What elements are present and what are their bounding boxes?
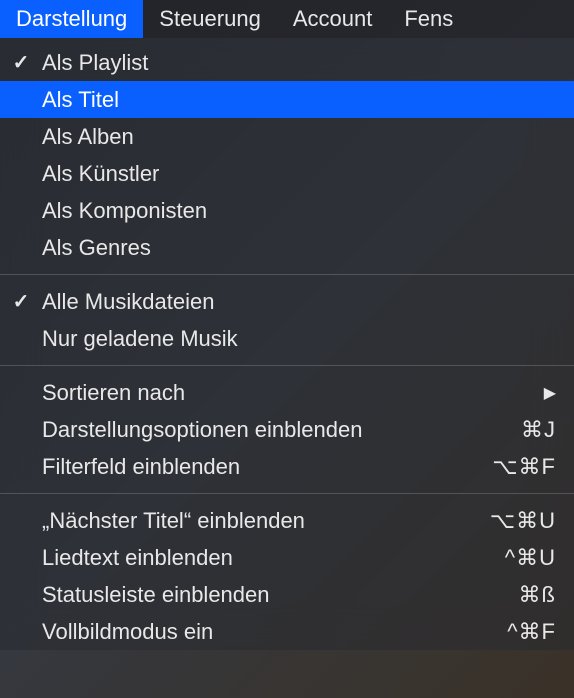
menu-item-statusleiste[interactable]: Statusleiste einblenden ⌘ß <box>0 576 574 613</box>
menubar-label: Fens <box>404 6 453 32</box>
menubar: Darstellung Steuerung Account Fens <box>0 0 574 38</box>
menu-label: Alle Musikdateien <box>42 289 556 315</box>
shortcut-text: ⌥⌘U <box>490 508 556 534</box>
menu-label: Statusleiste einblenden <box>42 582 519 608</box>
menu-item-als-playlist[interactable]: ✓ Als Playlist <box>0 44 574 81</box>
menu-label: Liedtext einblenden <box>42 545 505 571</box>
menubar-item-steuerung[interactable]: Steuerung <box>143 0 277 38</box>
menu-label: „Nächster Titel“ einblenden <box>42 508 490 534</box>
menubar-label: Darstellung <box>16 6 127 32</box>
shortcut-text: ⌥⌘F <box>492 454 556 480</box>
menu-item-filterfeld[interactable]: Filterfeld einblenden ⌥⌘F <box>0 448 574 485</box>
check-column: ✓ <box>0 289 42 314</box>
menu-item-darstellungsoptionen[interactable]: Darstellungsoptionen einblenden ⌘J <box>0 411 574 448</box>
menubar-label: Steuerung <box>159 6 261 32</box>
menu-separator <box>0 493 574 494</box>
menu-separator <box>0 274 574 275</box>
menu-label: Darstellungsoptionen einblenden <box>42 417 521 443</box>
menu-label: Nur geladene Musik <box>42 326 556 352</box>
menu-item-als-titel[interactable]: Als Titel <box>0 81 574 118</box>
submenu-arrow-icon: ▶ <box>544 383 556 403</box>
menu-item-als-alben[interactable]: Als Alben <box>0 118 574 155</box>
menu-label: Filterfeld einblenden <box>42 454 492 480</box>
menubar-item-fenster[interactable]: Fens <box>388 0 469 38</box>
menu-label: Vollbildmodus ein <box>42 619 507 645</box>
menu-item-liedtext[interactable]: Liedtext einblenden ^⌘U <box>0 539 574 576</box>
menu-label: Als Komponisten <box>42 198 556 224</box>
menu-label: Als Alben <box>42 124 556 150</box>
menu-label: Als Künstler <box>42 161 556 187</box>
menu-item-sortieren-nach[interactable]: Sortieren nach ▶ <box>0 374 574 411</box>
menu-item-als-kuenstler[interactable]: Als Künstler <box>0 155 574 192</box>
shortcut-text: ^⌘U <box>505 545 556 571</box>
checkmark-icon: ✓ <box>13 50 30 75</box>
menubar-item-account[interactable]: Account <box>277 0 389 38</box>
menu-item-als-komponisten[interactable]: Als Komponisten <box>0 192 574 229</box>
menubar-item-darstellung[interactable]: Darstellung <box>0 0 143 38</box>
shortcut-text: ^⌘F <box>507 619 556 645</box>
menu-label: Als Playlist <box>42 50 556 76</box>
menu-item-vollbildmodus[interactable]: Vollbildmodus ein ^⌘F <box>0 613 574 650</box>
checkmark-icon: ✓ <box>13 289 30 314</box>
menu-separator <box>0 365 574 366</box>
menu-item-als-genres[interactable]: Als Genres <box>0 229 574 266</box>
dropdown-menu: ✓ Als Playlist Als Titel Als Alben Als K… <box>0 38 574 650</box>
menu-label: Als Genres <box>42 235 556 261</box>
menubar-label: Account <box>293 6 373 32</box>
menu-item-alle-musikdateien[interactable]: ✓ Alle Musikdateien <box>0 283 574 320</box>
check-column: ✓ <box>0 50 42 75</box>
menu-item-naechster-titel[interactable]: „Nächster Titel“ einblenden ⌥⌘U <box>0 502 574 539</box>
menu-label: Sortieren nach <box>42 380 544 406</box>
shortcut-text: ⌘J <box>521 417 556 443</box>
menu-item-nur-geladene-musik[interactable]: Nur geladene Musik <box>0 320 574 357</box>
menu-label: Als Titel <box>42 87 556 113</box>
shortcut-text: ⌘ß <box>519 582 556 608</box>
